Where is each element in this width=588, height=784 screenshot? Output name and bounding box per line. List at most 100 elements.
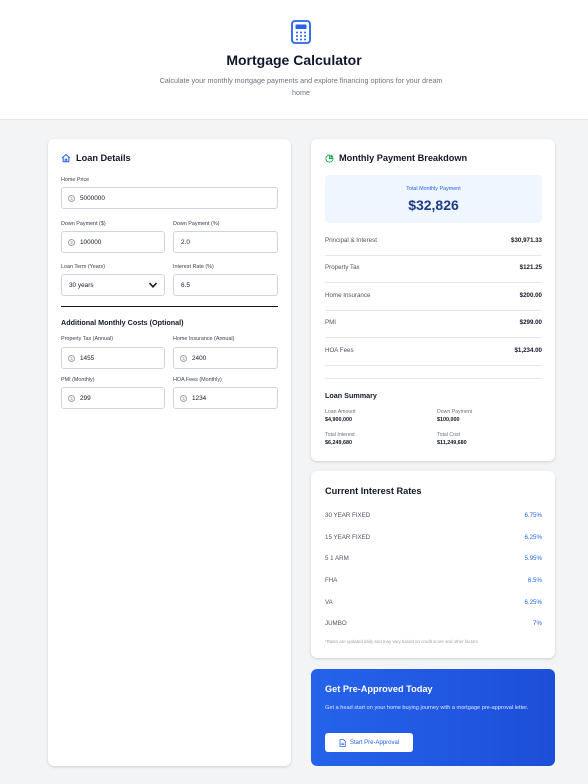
property-tax-label: Property Tax (Annual) <box>61 336 114 342</box>
total-interest-label: Total Interest <box>325 432 355 438</box>
summary-down-payment-value: $100,000 <box>437 417 460 423</box>
rate-value: 5.95% <box>524 555 542 562</box>
loan-term-label: Loan Term (Years) <box>61 264 106 270</box>
loan-amount-value: $4,900,000 <box>325 417 352 423</box>
total-payment-label: Total Monthly Payment <box>406 186 461 192</box>
breakdown-row-principal: Principal & Interest $30,971.33 <box>325 229 542 256</box>
dollar-icon: $ <box>68 354 75 362</box>
breakdown-row-label: Principal & Interest <box>325 237 377 244</box>
total-payment-value: $32,826 <box>408 197 459 213</box>
pmi-input[interactable]: $ 299 <box>61 387 165 409</box>
home-price-value: 5000000 <box>80 194 105 202</box>
rate-label: 5 1 ARM <box>325 555 349 562</box>
loan-term-value: 30 years <box>69 281 94 289</box>
rate-row-va: VA 6.25% <box>325 592 542 614</box>
rate-label: JUMBO <box>325 620 347 627</box>
breakdown-row-value: $121.25 <box>519 264 542 271</box>
home-price-input[interactable]: $ 5000000 <box>61 187 278 209</box>
breakdown-title: Monthly Payment Breakdown <box>339 153 468 163</box>
rate-label: VA <box>325 599 333 606</box>
rate-row-15-year: 15 YEAR FIXED 6.25% <box>325 527 542 549</box>
total-cost-label: Total Cost <box>437 432 461 438</box>
breakdown-row-value: $299.00 <box>519 319 542 326</box>
home-insurance-label: Home Insurance (Annual) <box>173 336 235 342</box>
document-icon <box>339 738 346 747</box>
rate-label: 15 YEAR FIXED <box>325 534 371 541</box>
rate-value: 6.25% <box>524 534 542 541</box>
breakdown-row-label: Property Tax <box>325 264 360 271</box>
total-cost-value: $11,249,680 <box>437 440 467 446</box>
pre-approval-title: Get Pre-Approved Today <box>325 684 433 694</box>
pie-chart-icon <box>325 153 334 163</box>
down-payment-dollar-value: 100000 <box>80 238 102 246</box>
rate-row-30-year: 30 YEAR FIXED 6.75% <box>325 505 542 527</box>
rate-value: 6.5% <box>527 577 542 584</box>
rate-label: FHA <box>325 577 338 584</box>
rate-row-fha: FHA 6.5% <box>325 570 542 592</box>
pre-approval-text: Get a head start on your home buying jou… <box>325 705 529 711</box>
breakdown-row-pmi: PMI $299.00 <box>325 311 542 338</box>
down-payment-percent-input[interactable]: 2.0 <box>173 231 278 253</box>
total-payment-box: Total Monthly Payment $32,826 <box>325 175 542 223</box>
pre-approval-banner: Get Pre-Approved Today Get a head start … <box>311 669 555 766</box>
loan-details-title: Loan Details <box>76 153 131 163</box>
breakdown-row-value: $200.00 <box>519 292 542 299</box>
start-pre-approval-label: Start Pre-Approval <box>349 739 400 746</box>
property-tax-input[interactable]: $ 1455 <box>61 347 165 369</box>
hoa-value: 1234 <box>192 394 207 402</box>
loan-details-card: Loan Details Home Price $ 5000000 Down P… <box>48 139 291 766</box>
hoa-input[interactable]: $ 1234 <box>173 387 278 409</box>
dollar-icon: $ <box>180 354 187 362</box>
dollar-icon: $ <box>180 394 187 402</box>
summary-down-payment-label: Down Payment <box>437 409 473 415</box>
loan-details-heading: Loan Details <box>61 153 131 163</box>
property-tax-value: 1455 <box>80 354 95 362</box>
additional-costs-title: Additional Monthly Costs (Optional) <box>61 318 184 327</box>
home-icon <box>61 153 71 163</box>
page-title: Mortgage Calculator <box>226 52 362 68</box>
rate-value: 6.75% <box>524 512 542 519</box>
page-subtitle: Calculate your monthly mortgage payments… <box>159 76 443 97</box>
breakdown-heading: Monthly Payment Breakdown <box>325 153 467 163</box>
breakdown-row-value: $30,971.33 <box>511 237 542 244</box>
breakdown-row-hoa: HOA Fees $1,234.00 <box>325 339 542 366</box>
page-header: Mortgage Calculator Calculate your month… <box>0 0 588 120</box>
rates-title: Current Interest Rates <box>325 486 422 496</box>
dollar-icon: $ <box>68 238 75 246</box>
pmi-label: PMI (Monthly) <box>61 377 95 383</box>
loan-amount-label: Loan Amount <box>325 409 356 415</box>
rate-label: 30 YEAR FIXED <box>325 512 371 519</box>
rates-note: *Rates are updated daily and may vary ba… <box>325 639 479 644</box>
breakdown-row-value: $1,234.00 <box>514 347 542 354</box>
total-interest-value: $6,249,680 <box>325 440 352 446</box>
interest-rate-label: Interest Rate (%) <box>173 264 214 270</box>
hoa-label: HOA Fees (Monthly) <box>173 377 222 383</box>
loan-term-select[interactable]: 30 years <box>61 274 165 296</box>
home-price-label: Home Price <box>61 177 90 183</box>
pmi-value: 299 <box>80 394 91 402</box>
loan-summary-title: Loan Summary <box>325 391 377 400</box>
interest-rate-value: 6.5 <box>181 281 190 289</box>
breakdown-row-label: Home Insurance <box>325 292 371 299</box>
down-payment-dollar-label: Down Payment ($) <box>61 221 106 227</box>
summary-divider <box>325 378 542 379</box>
dollar-icon: $ <box>68 394 75 402</box>
down-payment-dollar-input[interactable]: $ 100000 <box>61 231 165 253</box>
home-insurance-value: 2400 <box>192 354 207 362</box>
interest-rate-input[interactable]: 6.5 <box>173 274 278 296</box>
calculator-icon <box>291 20 311 44</box>
section-divider <box>61 306 278 307</box>
breakdown-card: Monthly Payment Breakdown Total Monthly … <box>311 139 555 461</box>
start-pre-approval-button[interactable]: Start Pre-Approval <box>325 733 413 752</box>
breakdown-row-home-insurance: Home Insurance $200.00 <box>325 284 542 311</box>
rate-value: 6.25% <box>524 599 542 606</box>
dollar-icon: $ <box>68 194 75 202</box>
home-insurance-input[interactable]: $ 2400 <box>173 347 278 369</box>
rates-card: Current Interest Rates 30 YEAR FIXED 6.7… <box>311 471 555 658</box>
down-payment-percent-label: Down Payment (%) <box>173 221 220 227</box>
rate-row-arm: 5 1 ARM 5.95% <box>325 548 542 570</box>
rate-row-jumbo: JUMBO 7% <box>325 613 542 635</box>
chevron-down-icon <box>148 282 158 288</box>
breakdown-row-label: HOA Fees <box>325 347 354 354</box>
breakdown-row-label: PMI <box>325 319 337 326</box>
